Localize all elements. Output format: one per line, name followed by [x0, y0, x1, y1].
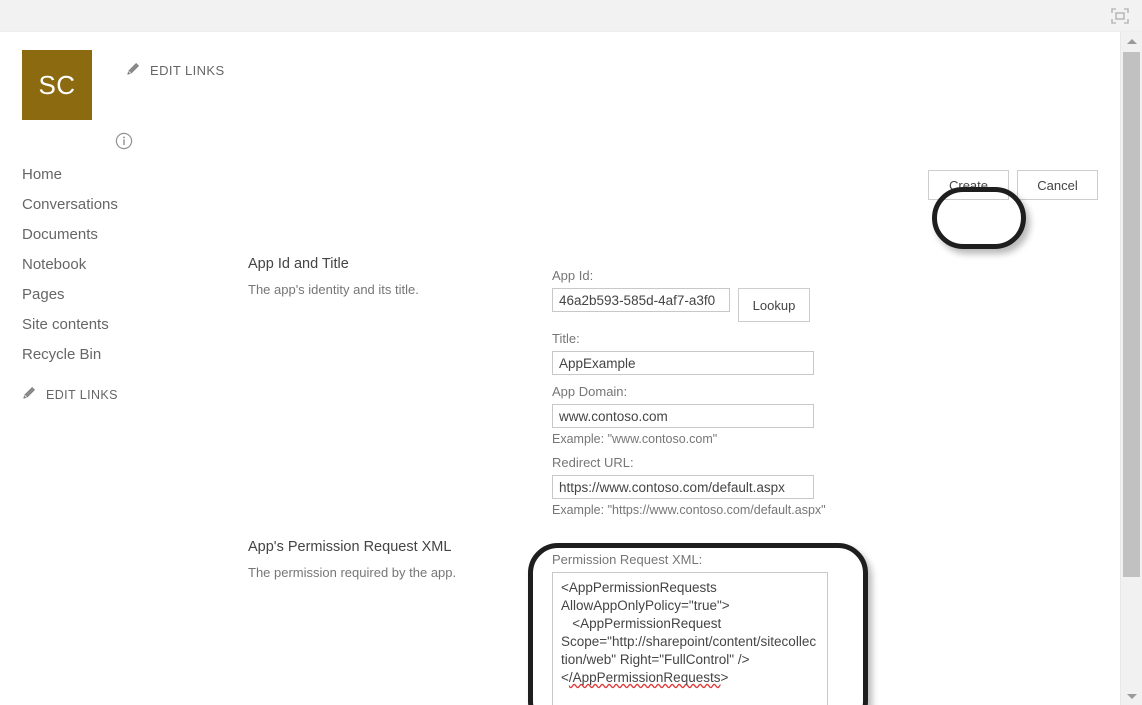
- title-label: Title:: [552, 331, 580, 346]
- xml-line-2: <AppPermissionRequest Scope="http://shar…: [561, 616, 817, 667]
- sidebar-edit-links-label: EDIT LINKS: [46, 387, 118, 402]
- permission-field-group: Permission Request XML: <AppPermissionRe…: [552, 552, 828, 705]
- app-id-input[interactable]: [552, 288, 730, 312]
- section-permission-request-xml: App's Permission Request XML The permiss…: [248, 539, 538, 580]
- field-app-id: App Id: Lookup: [552, 268, 826, 322]
- xml-misspelled-fragment: /AppPermissionRequests: [568, 670, 721, 685]
- sidebar-item-recycle-bin[interactable]: Recycle Bin: [22, 340, 212, 370]
- field-redirect-url: Redirect URL: Example: "https://www.cont…: [552, 455, 826, 517]
- section-description-app-id: The app's identity and its title.: [248, 282, 419, 297]
- scroll-up-triangle: [1126, 38, 1137, 44]
- sidebar-edit-links-button[interactable]: EDIT LINKS: [22, 386, 212, 403]
- app-id-label: App Id:: [552, 268, 594, 283]
- header-edit-links-label: EDIT LINKS: [150, 63, 225, 78]
- sidebar-item-site-contents[interactable]: Site contents: [22, 310, 212, 340]
- redirect-url-label: Redirect URL:: [552, 455, 634, 470]
- app-id-input-row: Lookup: [552, 288, 826, 322]
- section-description-permission: The permission required by the app.: [248, 565, 457, 580]
- permission-xml-textarea[interactable]: <AppPermissionRequests AllowAppOnlyPolic…: [552, 572, 828, 705]
- sidebar-navigation: Home Conversations Documents Notebook Pa…: [22, 160, 212, 403]
- field-permission-xml: Permission Request XML: <AppPermissionRe…: [552, 552, 828, 705]
- pencil-icon: [22, 386, 36, 403]
- scrollbar-thumb[interactable]: [1123, 52, 1140, 577]
- field-app-domain: App Domain: Example: "www.contoso.com": [552, 384, 826, 446]
- xml-line-3: </AppPermissionRequests>: [561, 670, 729, 685]
- sidebar-item-pages[interactable]: Pages: [22, 280, 212, 310]
- lookup-button[interactable]: Lookup: [738, 288, 810, 322]
- sidebar-item-home[interactable]: Home: [22, 160, 212, 190]
- page-scrollbar[interactable]: [1120, 32, 1142, 705]
- info-circle-icon[interactable]: [115, 132, 133, 150]
- app-id-field-group: App Id: Lookup Title: App Domain: Exampl…: [552, 268, 826, 526]
- cancel-button[interactable]: Cancel: [1017, 170, 1098, 200]
- pencil-icon: [126, 62, 140, 79]
- site-logo-tile[interactable]: SC: [22, 50, 92, 120]
- scroll-down-arrow-icon[interactable]: [1121, 687, 1142, 705]
- permission-xml-label: Permission Request XML:: [552, 552, 703, 567]
- page-canvas: SC EDIT LINKS Home Conversations Documen…: [0, 32, 1120, 705]
- create-button[interactable]: Create: [928, 170, 1009, 200]
- site-logo-initials: SC: [38, 69, 76, 100]
- form-action-bar: Create Cancel: [928, 170, 1098, 200]
- sidebar-item-notebook[interactable]: Notebook: [22, 250, 212, 280]
- section-app-id-and-title: App Id and Title The app's identity and …: [248, 256, 538, 297]
- sidebar-item-documents[interactable]: Documents: [22, 220, 212, 250]
- redirect-url-input[interactable]: [552, 475, 814, 499]
- scroll-up-arrow-icon[interactable]: [1121, 32, 1142, 50]
- xml-line-1: <AppPermissionRequests AllowAppOnlyPolic…: [561, 580, 730, 613]
- browser-top-bar: [0, 0, 1142, 32]
- header-edit-links-button[interactable]: EDIT LINKS: [126, 62, 225, 79]
- section-title-app-id: App Id and Title: [248, 256, 349, 272]
- field-title: Title:: [552, 331, 826, 375]
- title-input[interactable]: [552, 351, 814, 375]
- scroll-down-triangle: [1126, 693, 1137, 699]
- app-domain-input[interactable]: [552, 404, 814, 428]
- redirect-url-hint: Example: "https://www.contoso.com/defaul…: [552, 503, 826, 517]
- section-title-permission: App's Permission Request XML: [248, 539, 452, 555]
- app-domain-hint: Example: "www.contoso.com": [552, 432, 718, 446]
- fullscreen-focus-icon[interactable]: [1110, 7, 1130, 25]
- sidebar-item-conversations[interactable]: Conversations: [22, 190, 212, 220]
- app-domain-label: App Domain:: [552, 384, 628, 399]
